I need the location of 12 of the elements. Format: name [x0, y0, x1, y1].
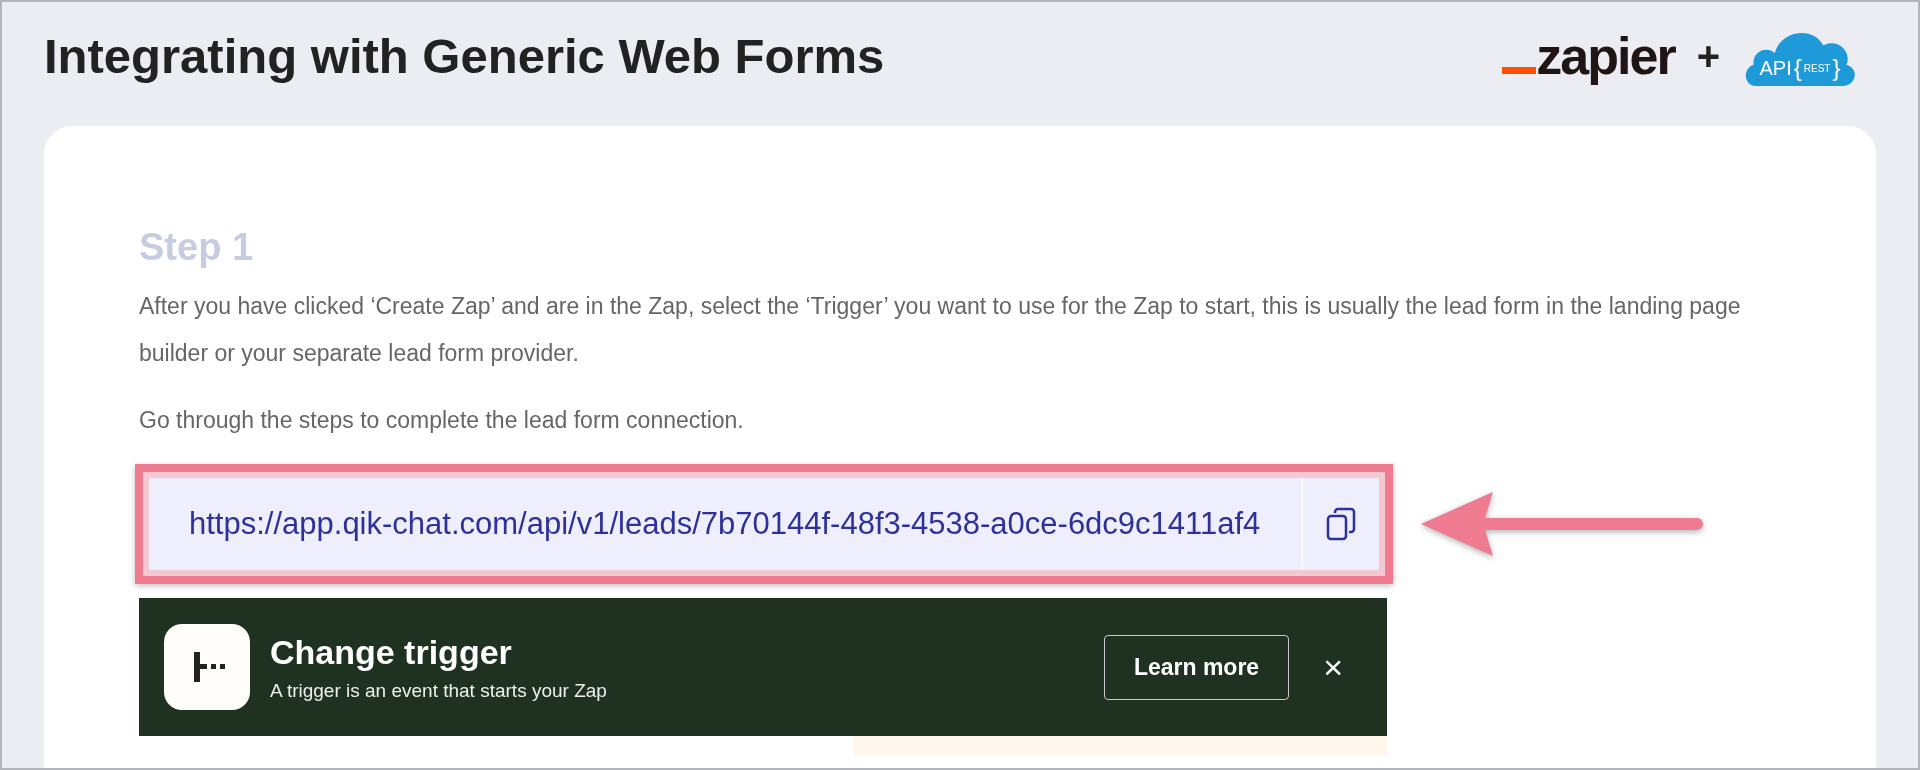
step-heading: Step 1	[139, 226, 255, 269]
copy-icon	[1326, 507, 1356, 541]
banner-title: Change trigger	[270, 632, 513, 672]
close-button[interactable]: ×	[1309, 647, 1357, 687]
banner-subtitle: A trigger is an event that starts your Zap	[270, 679, 608, 702]
plus-sign: +	[1696, 33, 1720, 79]
page-title: Integrating with Generic Web Forms	[44, 28, 885, 84]
url-field[interactable]: https://app.qik-chat.com/api/v1/leads/7b70144f-48f3-4538-a0ce-6dc9c1411af4	[149, 478, 1379, 570]
learn-more-button[interactable]: Learn more	[1103, 634, 1290, 700]
trigger-icon	[164, 624, 250, 710]
step-paragraph: Go through the steps to complete the lead form connection.	[139, 406, 745, 435]
step-paragraph: After you have clicked ‘Create Zap’ and are in the Zap, select the ‘Trigger’ you want to use for the Zap to start, this is usually the lead form in the landing page builder or your separate lead form provider.	[139, 292, 1742, 368]
